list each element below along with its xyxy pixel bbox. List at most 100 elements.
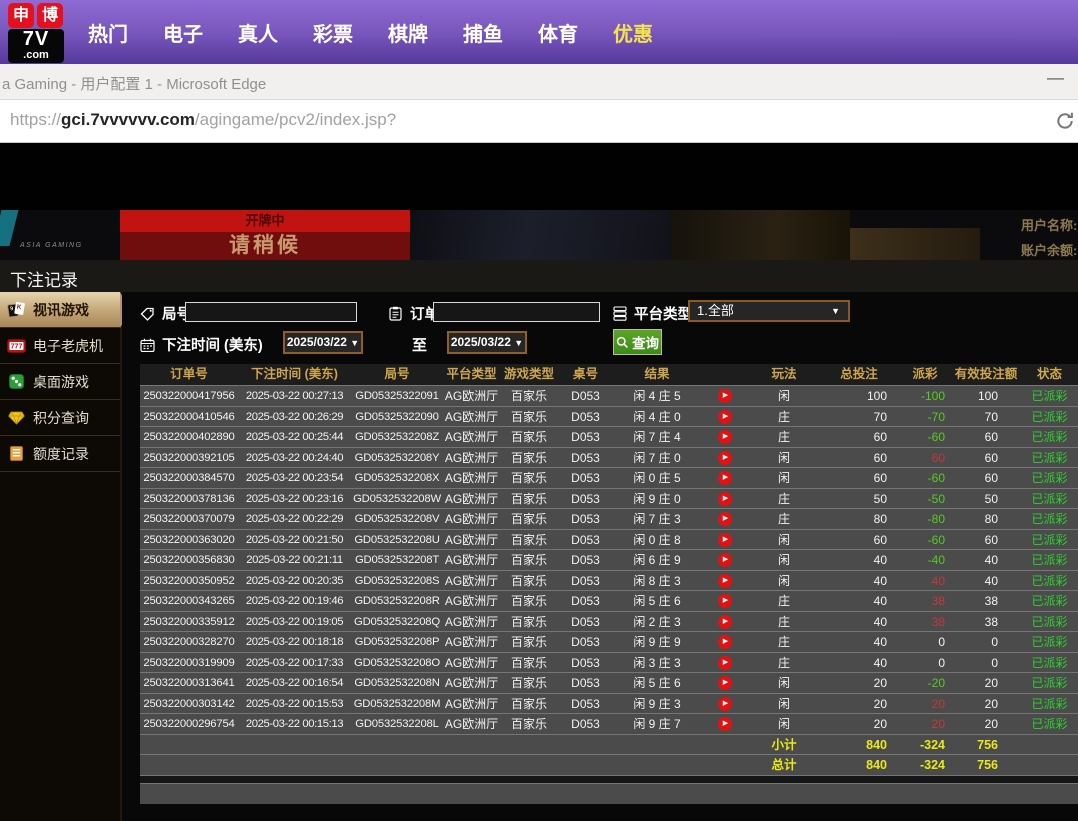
status-cell: 已派彩 <box>1021 653 1078 674</box>
subtotal-label: 小计 <box>749 735 819 756</box>
table-row: 2503220003282702025-03-22 00:18:18GD0532… <box>140 631 1078 652</box>
subtotal-row: 小计 840 -324 756 <box>140 734 1078 755</box>
column-header: 有效投注额 <box>951 364 1021 385</box>
replay-play-icon[interactable]: ▶ <box>718 430 732 444</box>
sidebar-item[interactable]: 9K视讯游戏 <box>0 292 120 328</box>
bet-time-cell: 2025-03-22 00:16:54 <box>238 673 351 694</box>
query-button[interactable]: 查询 <box>613 329 662 355</box>
platform-cell: AG欧洲厅 <box>443 653 500 674</box>
table-status-card[interactable]: 开牌中 请稍候 <box>120 210 410 260</box>
sidebar-item[interactable]: 积分查询 <box>0 400 120 436</box>
nav-item[interactable]: 热门 <box>88 18 128 47</box>
ledger-icon <box>7 446 26 461</box>
replay-play-icon[interactable]: ▶ <box>718 594 732 608</box>
nav-item[interactable]: 捕鱼 <box>463 18 503 47</box>
date-from-select[interactable]: 2025/03/22 ▼ <box>283 331 363 354</box>
payout-cell: -60 <box>899 530 951 551</box>
status-cell: 已派彩 <box>1021 407 1078 428</box>
status-cell: 已派彩 <box>1021 530 1078 551</box>
payout-cell: -20 <box>899 673 951 694</box>
site-logo[interactable]: 申 博 7V .com <box>8 3 64 63</box>
replay-cell: ▶ <box>701 386 749 407</box>
replay-play-icon[interactable]: ▶ <box>718 717 732 731</box>
result-cell: 闲 2 庄 3 <box>613 612 701 633</box>
payout-cell: -100 <box>899 386 951 407</box>
grand-total-bet: 840 <box>819 755 899 776</box>
result-cell: 闲 9 庄 9 <box>613 632 701 653</box>
valid-bet-cell: 60 <box>951 530 1021 551</box>
nav-item[interactable]: 真人 <box>238 18 278 47</box>
replay-play-icon[interactable]: ▶ <box>718 492 732 506</box>
bet-time-cell: 2025-03-22 00:15:53 <box>238 694 351 715</box>
nav-item[interactable]: 彩票 <box>313 18 353 47</box>
game-type-cell: 百家乐 <box>500 714 558 735</box>
replay-play-icon[interactable]: ▶ <box>718 676 732 690</box>
replay-play-icon[interactable]: ▶ <box>718 451 732 465</box>
platform-cell: AG欧洲厅 <box>443 591 500 612</box>
bet-time-cell: 2025-03-22 00:20:35 <box>238 571 351 592</box>
replay-play-icon[interactable]: ▶ <box>718 533 732 547</box>
table-row: 2503220004028902025-03-22 00:25:44GD0532… <box>140 426 1078 447</box>
table-number-cell: D053 <box>558 653 613 674</box>
sidebar-item[interactable]: 桌面游戏 <box>0 364 120 400</box>
replay-play-icon[interactable]: ▶ <box>718 697 732 711</box>
logo-com: .com <box>8 50 64 63</box>
order-number-cell: 250322000370079 <box>140 509 238 530</box>
nav-item[interactable]: 电子 <box>163 18 203 47</box>
replay-play-icon[interactable]: ▶ <box>718 410 732 424</box>
valid-bet-cell: 60 <box>951 448 1021 469</box>
total-bet-cell: 20 <box>819 694 899 715</box>
page-title: 下注记录 <box>10 266 78 291</box>
url-bar[interactable]: https://gci.7vvvvvv.com/agingame/pcv2/in… <box>0 100 1078 143</box>
replay-play-icon[interactable]: ▶ <box>718 615 732 629</box>
minimize-icon[interactable]: — <box>1047 68 1064 88</box>
subtotal-bet: 840 <box>819 735 899 756</box>
table-row: 2503220003630202025-03-22 00:21:50GD0532… <box>140 529 1078 550</box>
play-type-cell: 闲 <box>749 571 819 592</box>
refresh-icon[interactable] <box>1055 111 1075 131</box>
payout-cell: 0 <box>899 653 951 674</box>
valid-bet-cell: 20 <box>951 673 1021 694</box>
valid-bet-cell: 40 <box>951 571 1021 592</box>
table-row: 2503220003700792025-03-22 00:22:29GD0532… <box>140 508 1078 529</box>
order-input[interactable] <box>433 302 600 322</box>
platform-cell: AG欧洲厅 <box>443 407 500 428</box>
replay-cell: ▶ <box>701 448 749 469</box>
replay-cell: ▶ <box>701 407 749 428</box>
date-to-select[interactable]: 2025/03/22 ▼ <box>447 331 527 354</box>
platform-stack-icon <box>610 306 629 321</box>
sidebar-item[interactable]: 777电子老虎机 <box>0 328 120 364</box>
url-text[interactable]: https://gci.7vvvvvv.com/agingame/pcv2/in… <box>10 110 396 130</box>
replay-play-icon[interactable]: ▶ <box>718 553 732 567</box>
replay-play-icon[interactable]: ▶ <box>718 389 732 403</box>
replay-play-icon[interactable]: ▶ <box>718 656 732 670</box>
result-cell: 闲 9 庄 3 <box>613 694 701 715</box>
replay-play-icon[interactable]: ▶ <box>718 574 732 588</box>
account-balance-label: 账户余额: <box>1021 238 1077 260</box>
nav-item[interactable]: 体育 <box>538 18 578 47</box>
total-bet-cell: 40 <box>819 550 899 571</box>
platform-cell: AG欧洲厅 <box>443 509 500 530</box>
search-icon <box>616 336 629 349</box>
sidebar-item[interactable]: 额度记录 <box>0 436 120 472</box>
replay-play-icon[interactable]: ▶ <box>718 635 732 649</box>
column-header: 桌号 <box>558 364 613 385</box>
sidebar-item-label: 桌面游戏 <box>33 372 89 392</box>
platform-select[interactable]: 1.全部 ▼ <box>688 300 850 322</box>
order-number-cell: 250322000303142 <box>140 694 238 715</box>
banner-image-shade <box>410 210 670 260</box>
payout-cell: 38 <box>899 591 951 612</box>
order-number-cell: 250322000313641 <box>140 673 238 694</box>
table-number-cell: D053 <box>558 591 613 612</box>
replay-cell: ▶ <box>701 591 749 612</box>
platform-cell: AG欧洲厅 <box>443 632 500 653</box>
status-cell: 已派彩 <box>1021 673 1078 694</box>
bet-time-cell: 2025-03-22 00:22:29 <box>238 509 351 530</box>
nav-item[interactable]: 棋牌 <box>388 18 428 47</box>
logo-badge-1: 申 <box>8 3 34 28</box>
round-input[interactable] <box>185 302 357 322</box>
replay-play-icon[interactable]: ▶ <box>718 512 732 526</box>
valid-bet-cell: 70 <box>951 407 1021 428</box>
nav-item[interactable]: 优惠 <box>613 18 653 47</box>
replay-play-icon[interactable]: ▶ <box>718 471 732 485</box>
